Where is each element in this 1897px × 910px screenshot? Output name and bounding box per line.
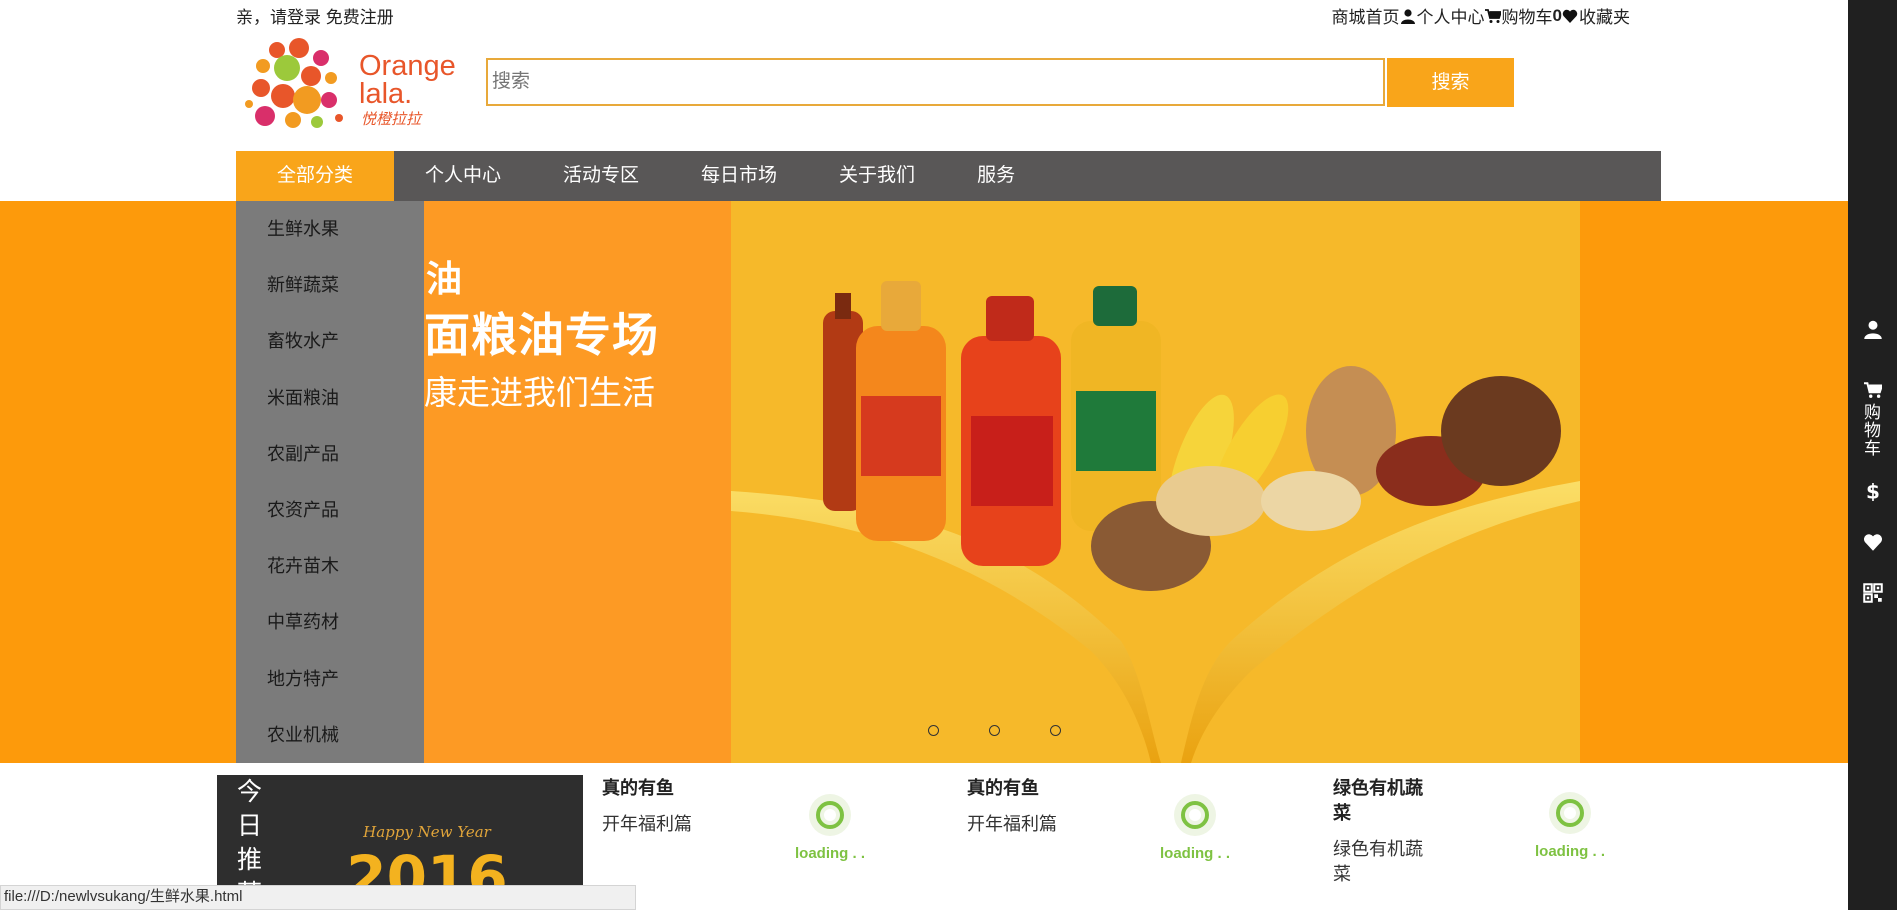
cart-icon xyxy=(1484,8,1501,23)
product-name: 真的有鱼 xyxy=(602,778,674,798)
loading-indicator: loading . . xyxy=(780,792,880,862)
nav-activity-zone[interactable]: 活动专区 xyxy=(532,151,670,201)
product-desc: 绿色有机蔬菜 xyxy=(1333,839,1423,884)
product-card[interactable]: 真的有鱼 开年福利篇 loading . . xyxy=(602,776,952,910)
product-card[interactable]: 绿色有机蔬菜 绿色有机蔬菜 loading . . xyxy=(1333,776,1643,910)
sidebar-dollar-button[interactable]: $ xyxy=(1848,480,1897,506)
personal-center-link[interactable]: 个人中心 xyxy=(1400,3,1485,28)
sidebar-cart-label: 购物车 xyxy=(1864,403,1881,458)
nav-service[interactable]: 服务 xyxy=(946,151,1046,201)
banner-image xyxy=(731,201,1580,763)
search-input[interactable] xyxy=(488,60,1383,104)
login-register-link[interactable]: 亲，请登录 免费注册 xyxy=(236,3,394,28)
logo-wordmark: Orange lala. xyxy=(359,50,456,110)
user-icon xyxy=(1400,8,1415,24)
favorites-link[interactable]: 收藏夹 xyxy=(1562,3,1630,28)
site-logo[interactable]: Orange lala. 悦橙拉拉 xyxy=(243,38,458,138)
carousel-dots xyxy=(928,725,1061,736)
svg-text:$: $ xyxy=(1866,481,1880,501)
carousel-dot-3[interactable] xyxy=(1050,725,1061,736)
cart-count: 0 xyxy=(1552,5,1562,25)
sidebar-cart-button[interactable]: 购物车 xyxy=(1848,381,1897,458)
cart-label: 购物车 xyxy=(1501,8,1553,27)
product-card[interactable]: 真的有鱼 开年福利篇 loading . . xyxy=(967,776,1317,910)
category-agri-machinery[interactable]: 农业机械 xyxy=(236,707,424,763)
qrcode-icon xyxy=(1862,583,1883,603)
browser-status-bar: file:///D:/newlvsukang/生鲜水果.html xyxy=(0,885,636,910)
banner-left-panel xyxy=(420,201,731,763)
svg-text:Happy New Year: Happy New Year xyxy=(362,823,491,841)
favorites-label: 收藏夹 xyxy=(1579,8,1630,27)
logo-dots-icon xyxy=(245,38,343,128)
sidebar-qrcode-button[interactable] xyxy=(1848,583,1897,608)
logo-subtitle: 悦橙拉拉 xyxy=(361,110,422,128)
search-button[interactable]: 搜索 xyxy=(1387,58,1514,107)
loading-text: loading . . xyxy=(1535,843,1605,860)
heart-icon xyxy=(1562,9,1578,23)
dollar-icon: $ xyxy=(1866,480,1880,504)
category-fresh-fruit[interactable]: 生鲜水果 xyxy=(236,201,424,257)
right-toolbar: 购物车 $ xyxy=(1848,0,1897,910)
cart-icon xyxy=(1863,382,1883,398)
category-grain-oil[interactable]: 米面粮油 xyxy=(236,370,424,426)
nav-all-categories[interactable]: 全部分类 xyxy=(236,151,394,201)
grain-oil-products-illustration xyxy=(731,281,1580,763)
loading-spinner-icon xyxy=(1174,794,1216,836)
nav-about-us[interactable]: 关于我们 xyxy=(808,151,946,201)
cart-link[interactable]: 购物车 0 xyxy=(1484,3,1562,28)
search-box xyxy=(486,58,1385,106)
category-sideline-products[interactable]: 农副产品 xyxy=(236,426,424,482)
loading-spinner-icon xyxy=(1549,792,1591,834)
category-local-specialties[interactable]: 地方特产 xyxy=(236,651,424,707)
loading-indicator: loading . . xyxy=(1520,790,1620,860)
mall-home-link[interactable]: 商城首页 xyxy=(1332,3,1400,28)
carousel-dot-2[interactable] xyxy=(989,725,1000,736)
loading-spinner-icon xyxy=(809,794,851,836)
category-herbal-medicine[interactable]: 中草药材 xyxy=(236,594,424,650)
category-vegetables[interactable]: 新鲜蔬菜 xyxy=(236,257,424,313)
banner-slogan-3: 康走进我们生活 xyxy=(424,374,655,411)
product-desc: 开年福利篇 xyxy=(967,814,1057,834)
carousel-dot-1[interactable] xyxy=(928,725,939,736)
banner-slogan-2: 面粮油专场 xyxy=(424,309,659,361)
product-name: 真的有鱼 xyxy=(967,778,1039,798)
top-links: 商城首页 个人中心 购物车 0 收藏夹 xyxy=(1332,3,1630,28)
loading-text: loading . . xyxy=(1160,845,1230,862)
logo-line1: Orange xyxy=(359,50,456,82)
logo-line2: lala. xyxy=(359,78,413,110)
loading-indicator: loading . . xyxy=(1145,792,1245,862)
product-name: 绿色有机蔬菜 xyxy=(1333,778,1423,823)
top-bar: 亲，请登录 免费注册 商城首页 个人中心 购物车 0 收藏夹 xyxy=(0,0,1848,28)
loading-text: loading . . xyxy=(795,845,865,862)
nav-personal-center[interactable]: 个人中心 xyxy=(394,151,532,201)
banner-slogan-1: 油 xyxy=(426,258,463,299)
mall-home-label: 商城首页 xyxy=(1331,8,1400,27)
category-menu: 生鲜水果 新鲜蔬菜 畜牧水产 米面粮油 农副产品 农资产品 花卉苗木 中草药材 … xyxy=(236,201,424,763)
product-desc: 开年福利篇 xyxy=(602,814,692,834)
personal-center-label: 个人中心 xyxy=(1416,8,1485,27)
sidebar-favorite-button[interactable] xyxy=(1848,532,1897,557)
user-icon xyxy=(1863,320,1882,339)
main-nav: 全部分类 个人中心 活动专区 每日市场 关于我们 服务 xyxy=(236,151,1661,201)
sidebar-user-button[interactable] xyxy=(1848,319,1897,344)
category-agri-supplies[interactable]: 农资产品 xyxy=(236,482,424,538)
category-flowers-seedlings[interactable]: 花卉苗木 xyxy=(236,538,424,594)
heart-icon xyxy=(1863,534,1882,551)
category-livestock-aquatic[interactable]: 畜牧水产 xyxy=(236,313,424,369)
nav-daily-market[interactable]: 每日市场 xyxy=(670,151,808,201)
